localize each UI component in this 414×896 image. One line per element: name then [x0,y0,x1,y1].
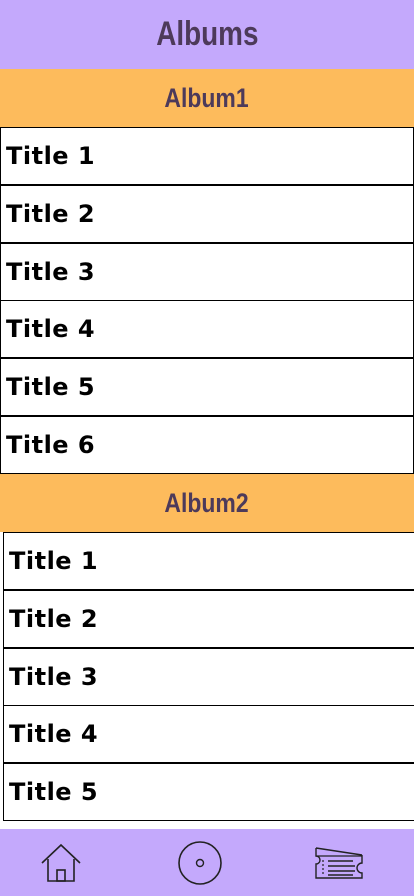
track-title: Title 1 [6,142,96,170]
track-title: Title 4 [6,315,96,343]
album-header-album2[interactable]: Album2 [0,474,414,532]
track-row[interactable]: Title 5 [0,358,414,416]
track-row[interactable]: Title 4 [0,300,414,358]
track-row[interactable]: Title 2 [3,590,414,648]
track-title: Title 1 [9,547,99,575]
page-title: Albums [155,15,259,53]
home-icon [41,843,81,882]
disc-icon [178,840,222,885]
home-button[interactable] [26,829,96,896]
track-row[interactable]: Title 4 [3,705,414,763]
track-row[interactable]: Title 3 [3,648,414,706]
track-row[interactable]: Title 1 [3,532,414,590]
album-header-album1[interactable]: Album1 [0,69,414,127]
ticket-icon [315,846,363,879]
track-row[interactable]: Title 6 [0,416,414,474]
app-header: Albums [0,0,414,69]
disc-button[interactable] [165,829,235,896]
track-title: Title 2 [9,605,99,633]
track-row[interactable]: Title 3 [0,243,414,301]
track-row[interactable]: Title 2 [0,185,414,243]
track-title: Title 5 [6,373,96,401]
track-title: Title 2 [6,200,96,228]
bottom-nav [0,829,414,896]
track-title: Title 3 [9,663,99,691]
track-title: Title 6 [6,431,96,459]
album-title: Album1 [164,82,250,113]
track-row[interactable]: Title 5 [3,763,414,821]
track-title: Title 4 [9,720,99,748]
track-row[interactable]: Title 1 [0,127,414,185]
track-title: Title 3 [6,258,96,286]
tickets-button[interactable] [304,829,374,896]
album-title: Album2 [164,487,250,518]
track-title: Title 5 [9,778,99,806]
